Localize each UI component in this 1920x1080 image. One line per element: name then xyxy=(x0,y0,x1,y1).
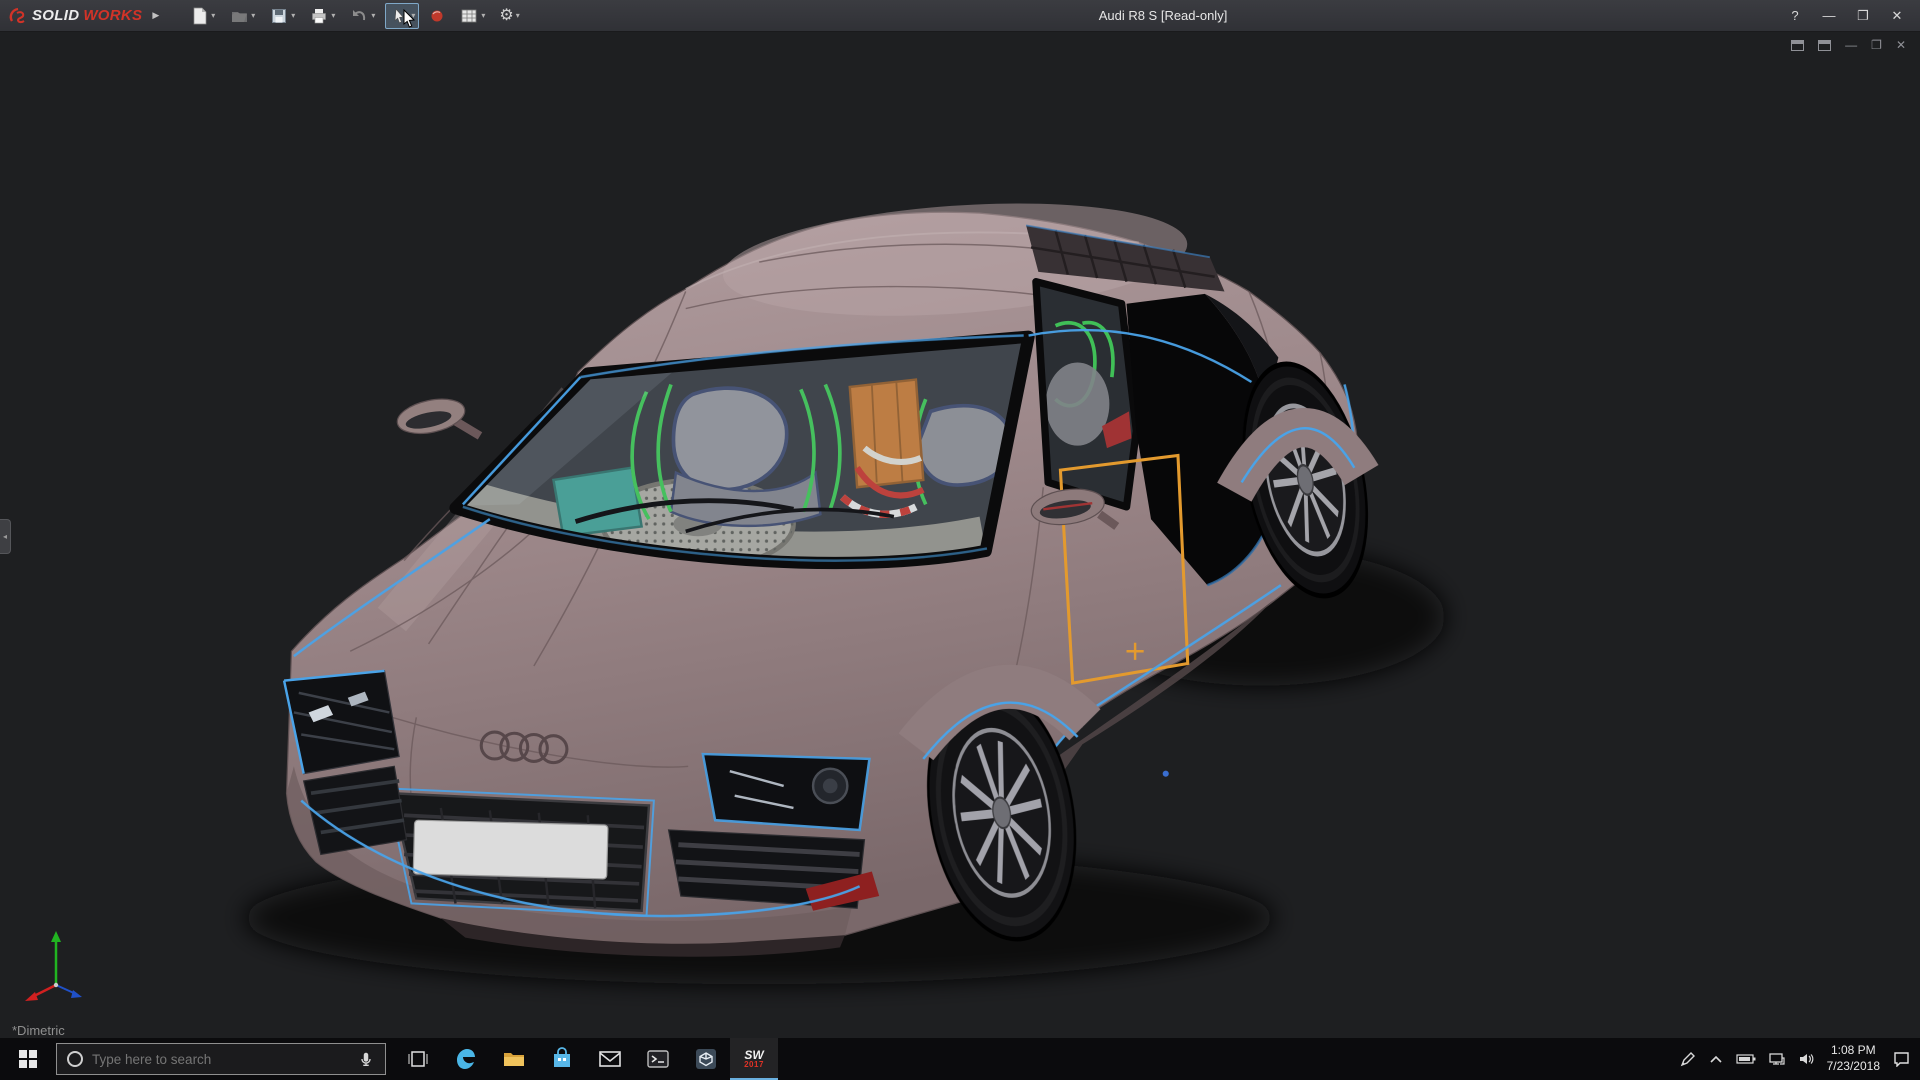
model-scene[interactable] xyxy=(0,32,1920,1038)
start-button[interactable] xyxy=(0,1038,56,1080)
dropdown-caret-icon[interactable]: ▾ xyxy=(291,11,295,20)
toolbar-expander-icon[interactable]: ▶ xyxy=(152,10,159,21)
terminal-icon xyxy=(647,1050,669,1068)
clock-date: 7/23/2018 xyxy=(1826,1059,1880,1073)
mail-icon xyxy=(599,1051,621,1067)
new-window-icon[interactable] xyxy=(1791,39,1805,51)
document-window-controls: — ❐ ✕ xyxy=(1791,38,1906,52)
gear-icon: ⚙ xyxy=(499,6,514,24)
print-icon xyxy=(312,8,327,23)
clock-time: 1:08 PM xyxy=(1830,1043,1876,1058)
design-table-button[interactable]: ▾ xyxy=(455,3,489,29)
left-mirror[interactable] xyxy=(394,394,483,440)
collaboration-icon xyxy=(431,10,443,21)
cortana-icon xyxy=(67,1051,83,1067)
microphone-icon[interactable] xyxy=(357,1050,375,1068)
task-view-button[interactable] xyxy=(394,1038,442,1080)
taskbar-apps: SW 2017 xyxy=(394,1038,778,1080)
license-plate xyxy=(412,819,609,880)
folder-icon xyxy=(504,1053,524,1066)
origin-point[interactable] xyxy=(1162,770,1169,777)
window-title: Audi R8 S [Read-only] xyxy=(1098,8,1228,23)
open-button[interactable]: ▾ xyxy=(225,3,259,29)
table-icon xyxy=(461,9,477,22)
new-document-icon xyxy=(193,7,207,24)
cascade-window-icon[interactable] xyxy=(1818,39,1832,51)
titlebar: SOLID WORKS ▶ ▾ ▾ ▾ ▾ ▾ ▾ ▾ ⚙ ▾ Audi R8 … xyxy=(0,0,1920,32)
dassault-logo-icon xyxy=(9,7,25,23)
windows-ink-pen-icon[interactable] xyxy=(1680,1051,1696,1067)
edrawings-button[interactable] xyxy=(682,1038,730,1080)
network-icon[interactable] xyxy=(1768,1052,1785,1066)
file-explorer-button[interactable] xyxy=(490,1038,538,1080)
battery-icon[interactable] xyxy=(1736,1053,1756,1065)
dropdown-caret-icon[interactable]: ▾ xyxy=(331,11,335,20)
save-icon xyxy=(272,8,287,23)
help-button[interactable]: ? xyxy=(1780,3,1810,29)
cad-viewer-icon xyxy=(696,1049,716,1069)
new-document-button[interactable]: ▾ xyxy=(185,3,219,29)
chevron-left-icon: ◂ xyxy=(2,532,7,541)
dropdown-caret-icon[interactable]: ▾ xyxy=(211,11,215,20)
dropdown-caret-icon[interactable]: ▾ xyxy=(411,11,415,20)
panel-collapse-tab[interactable]: ◂ xyxy=(0,519,11,554)
doc-close-button[interactable]: ✕ xyxy=(1896,38,1906,52)
solidworks-app-icon: SW 2017 xyxy=(744,1049,764,1069)
edge-icon xyxy=(457,1049,475,1069)
left-headlight[interactable] xyxy=(282,669,400,775)
viewport-canvas[interactable]: — ❐ ✕ ◂ *Dimetric xyxy=(0,32,1920,1038)
options-button[interactable]: ⚙ ▾ xyxy=(495,3,523,29)
system-tray: 1:08 PM 7/23/2018 xyxy=(1680,1038,1920,1080)
task-view-icon xyxy=(408,1051,428,1067)
solidworks-brand: SOLID WORKS xyxy=(8,7,142,25)
undo-button[interactable]: ▾ xyxy=(345,3,379,29)
view-orientation-label: *Dimetric xyxy=(12,1023,65,1038)
quick-access-toolbar: ▾ ▾ ▾ ▾ ▾ ▾ ▾ ⚙ ▾ xyxy=(185,2,523,29)
front-grille[interactable] xyxy=(385,787,655,917)
orientation-triad xyxy=(18,923,102,1012)
restore-button[interactable]: ❐ xyxy=(1848,3,1878,29)
dropdown-caret-icon[interactable]: ▾ xyxy=(481,11,485,20)
store-bag-icon xyxy=(554,1047,570,1067)
select-tool-button[interactable]: ▾ xyxy=(385,2,420,29)
brand-text-solid: SOLID xyxy=(32,7,80,24)
close-button[interactable]: ✕ xyxy=(1882,3,1912,29)
undo-icon xyxy=(353,9,366,20)
volume-icon[interactable] xyxy=(1798,1052,1814,1066)
print-button[interactable]: ▾ xyxy=(305,3,339,29)
collaboration-button[interactable] xyxy=(425,3,449,29)
taskbar-clock[interactable]: 1:08 PM 7/23/2018 xyxy=(1827,1043,1880,1074)
edge-button[interactable] xyxy=(442,1038,490,1080)
taskbar: SW 2017 1:08 PM 7/23/2018 xyxy=(0,1038,1920,1080)
sw-badge: 2017 xyxy=(744,1060,764,1069)
dropdown-caret-icon[interactable]: ▾ xyxy=(516,11,520,20)
right-headlight[interactable] xyxy=(701,752,871,832)
dropdown-caret-icon[interactable]: ▾ xyxy=(371,11,375,20)
mail-button[interactable] xyxy=(586,1038,634,1080)
dropdown-caret-icon[interactable]: ▾ xyxy=(251,11,255,20)
screen: SOLID WORKS ▶ ▾ ▾ ▾ ▾ ▾ ▾ ▾ ⚙ ▾ Audi R8 … xyxy=(0,0,1920,1080)
select-cursor-icon xyxy=(394,7,404,23)
action-center-icon[interactable] xyxy=(1893,1051,1910,1067)
minimize-button[interactable]: — xyxy=(1814,3,1844,29)
window-controls: ? — ❐ ✕ xyxy=(1780,3,1912,29)
save-button[interactable]: ▾ xyxy=(265,3,299,29)
doc-restore-button[interactable]: ❐ xyxy=(1871,38,1882,52)
solidworks-app-button[interactable]: SW 2017 xyxy=(730,1038,778,1080)
windows-logo-icon xyxy=(19,1050,37,1068)
open-folder-icon xyxy=(232,11,248,22)
terminal-button[interactable] xyxy=(634,1038,682,1080)
search-input[interactable] xyxy=(92,1051,348,1067)
brand-text-works: WORKS xyxy=(83,7,143,24)
doc-minimize-button[interactable]: — xyxy=(1845,38,1857,52)
store-button[interactable] xyxy=(538,1038,586,1080)
taskbar-search[interactable] xyxy=(56,1043,386,1075)
tray-chevron-up-icon[interactable] xyxy=(1709,1054,1723,1064)
